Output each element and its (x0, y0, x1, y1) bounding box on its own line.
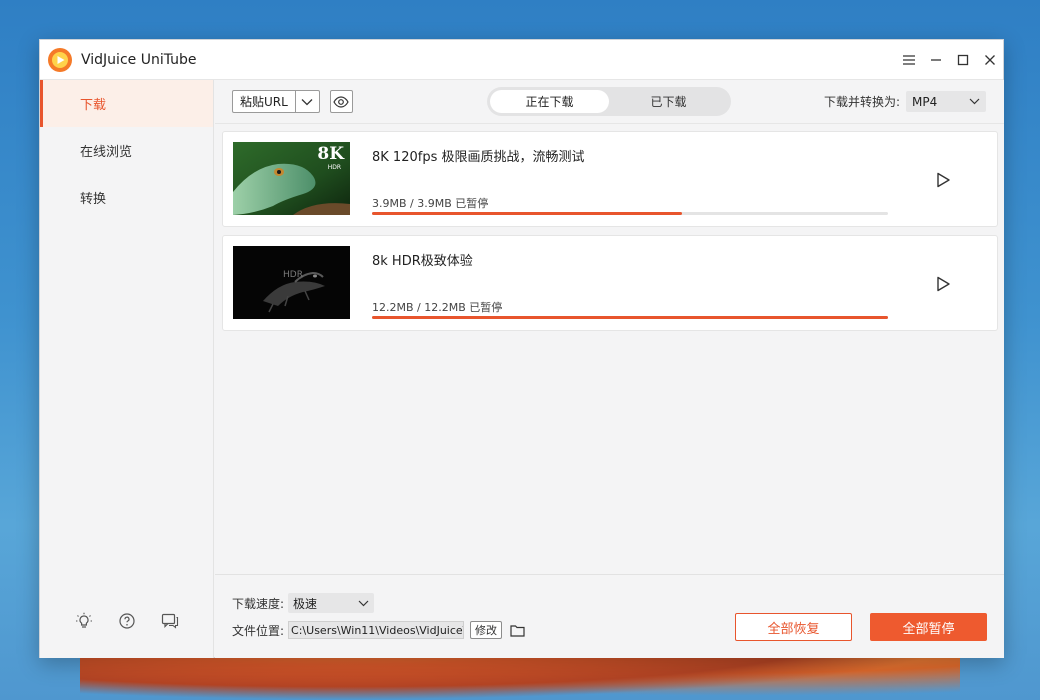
speed-label: 下载速度: (232, 596, 285, 611)
location-label: 文件位置: (232, 623, 285, 638)
video-thumbnail: 8K HDR (233, 142, 350, 215)
download-item: HDR 8k HDR极致体验 12.2MB / 12.2MB 已暂停 (222, 235, 998, 331)
thumbnail-badge-sub: HDR (327, 164, 341, 171)
paste-url-group: 粘贴URL (232, 90, 320, 113)
app-window: VidJuice UniTube 下载 在线浏览 转换 粘贴URL 正在下载 已… (39, 39, 1004, 658)
video-thumbnail: HDR (233, 246, 350, 319)
video-title: 8K 120fps 极限画质挑战，流畅测试 (372, 150, 585, 165)
format-select[interactable]: MP4 (906, 91, 986, 112)
thumbnail-badge: HDR (283, 270, 303, 280)
close-icon[interactable] (976, 40, 1003, 80)
preview-toggle-button[interactable] (329, 90, 353, 113)
sidebar-item-label: 转换 (80, 192, 107, 207)
app-logo-icon (48, 47, 72, 72)
thumbnail-badge: 8K (317, 144, 344, 164)
download-status: 12.2MB / 12.2MB 已暂停 (372, 301, 503, 314)
feedback-icon[interactable] (159, 610, 181, 632)
help-icon[interactable] (116, 610, 138, 632)
progress-bar (372, 316, 888, 319)
paste-url-button[interactable]: 粘贴URL (233, 91, 296, 112)
download-status-tabs: 正在下载 已下载 (487, 87, 731, 116)
video-title: 8k HDR极致体验 (372, 254, 473, 269)
sidebar: 下载 在线浏览 转换 (40, 80, 214, 658)
convert-format-group: 下载并转换为: MP4 (824, 91, 986, 112)
paste-url-dropdown[interactable] (296, 91, 319, 112)
chevron-down-icon (301, 98, 313, 105)
sidebar-item-online-browse[interactable]: 在线浏览 (40, 127, 213, 174)
speed-value: 极速 (293, 596, 318, 611)
chevron-down-icon (969, 98, 980, 105)
title-bar: VidJuice UniTube (40, 40, 1003, 80)
download-status: 3.9MB / 3.9MB 已暂停 (372, 197, 489, 210)
bottom-bar: 下载速度: 极速 文件位置: C:\Users\Win11\Videos\Vid… (215, 574, 1004, 658)
progress-fill (372, 316, 888, 319)
format-value: MP4 (912, 94, 938, 109)
location-path-field: C:\Users\Win11\Videos\VidJuice\ (288, 621, 465, 639)
tab-downloading[interactable]: 正在下载 (490, 90, 609, 113)
download-item: 8K HDR 8K 120fps 极限画质挑战，流畅测试 3.9MB / 3.9… (222, 131, 998, 227)
app-title: VidJuice UniTube (81, 51, 197, 68)
minimize-icon[interactable] (922, 40, 949, 80)
lightbulb-icon[interactable] (73, 610, 95, 632)
play-icon[interactable] (932, 169, 954, 191)
menu-icon[interactable] (895, 40, 922, 80)
resume-all-button[interactable]: 全部恢复 (735, 613, 852, 641)
sidebar-item-label: 在线浏览 (80, 145, 133, 160)
pause-all-button[interactable]: 全部暂停 (870, 613, 987, 641)
sidebar-item-label: 下载 (80, 98, 107, 113)
sidebar-item-download[interactable]: 下载 (40, 80, 213, 127)
main-panel: 粘贴URL 正在下载 已下载 下载并转换为: MP4 8K HDR 8K 120… (215, 80, 1004, 658)
folder-icon[interactable] (510, 622, 526, 638)
modify-location-button[interactable]: 修改 (470, 621, 503, 639)
convert-label: 下载并转换为: (823, 95, 900, 109)
play-icon[interactable] (932, 273, 954, 295)
toolbar: 粘贴URL 正在下载 已下载 下载并转换为: MP4 (215, 80, 1004, 124)
maximize-icon[interactable] (949, 40, 976, 80)
download-list: 8K HDR 8K 120fps 极限画质挑战，流畅测试 3.9MB / 3.9… (215, 124, 1004, 331)
eye-icon (333, 95, 350, 108)
progress-fill (372, 212, 682, 215)
tab-downloaded[interactable]: 已下载 (609, 90, 728, 113)
chevron-down-icon (358, 600, 369, 606)
progress-bar (372, 212, 888, 215)
sidebar-item-convert[interactable]: 转换 (40, 174, 213, 221)
speed-select[interactable]: 极速 (288, 593, 375, 613)
